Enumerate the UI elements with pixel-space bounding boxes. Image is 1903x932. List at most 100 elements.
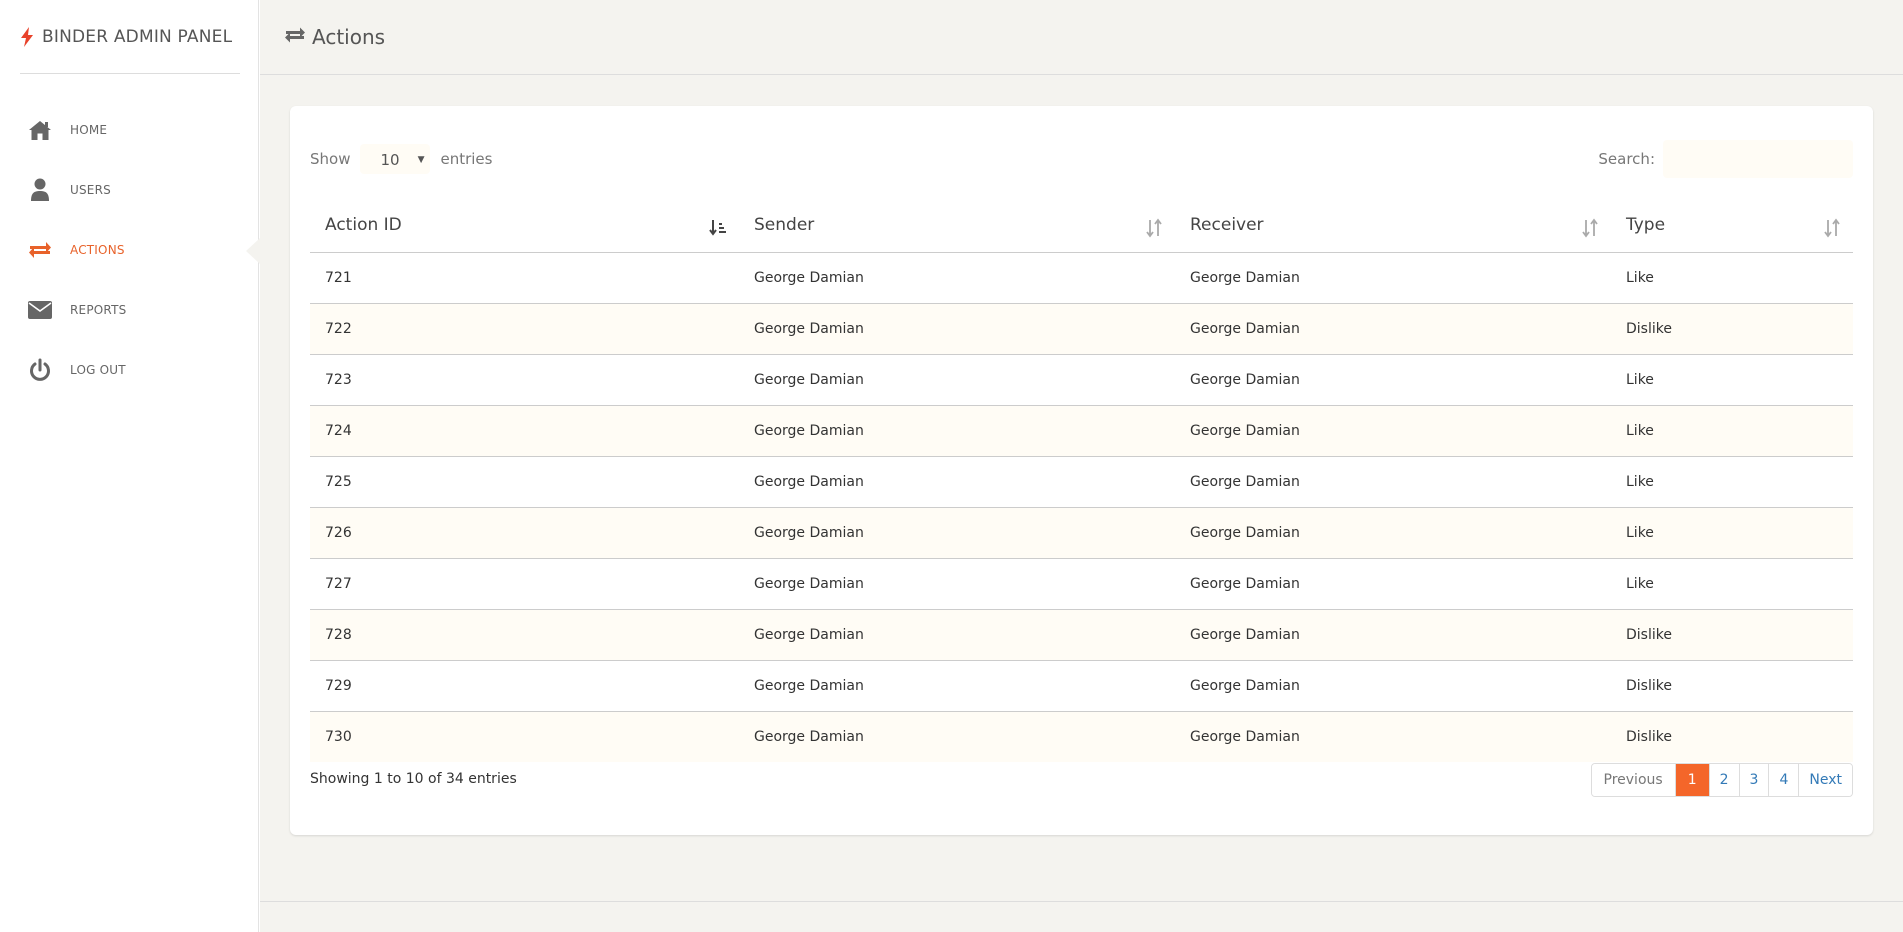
page-button-4[interactable]: 4: [1768, 764, 1799, 796]
column-header-sender[interactable]: Sender: [739, 198, 1175, 253]
cell-sender: George Damian: [739, 609, 1175, 661]
cell-receiver: George Damian: [1175, 405, 1611, 457]
brand[interactable]: BINDER ADMIN PANEL: [20, 24, 240, 74]
cell-action-id: 728: [310, 609, 739, 661]
envelope-icon: [28, 298, 52, 322]
brand-title: BINDER ADMIN PANEL: [42, 27, 233, 47]
sort-icon: [1823, 218, 1841, 238]
cell-receiver: George Damian: [1175, 456, 1611, 508]
table-row: 725 George Damian George Damian Like: [310, 456, 1853, 508]
footer-divider: [260, 901, 1903, 902]
cell-sender: George Damian: [739, 405, 1175, 457]
cell-type: Like: [1611, 405, 1853, 457]
table-row: 727 George Damian George Damian Like: [310, 558, 1853, 610]
cell-type: Like: [1611, 252, 1853, 304]
cell-type: Like: [1611, 558, 1853, 610]
actions-table: Action ID Sender Receiver Type 721 Georg…: [310, 198, 1853, 762]
table-row: 722 George Damian George Damian Dislike: [310, 303, 1853, 355]
main-content: Actions Show 10 ▼ entries Search: Action…: [260, 0, 1903, 932]
caret-down-icon: ▼: [417, 155, 425, 165]
cell-sender: George Damian: [739, 660, 1175, 712]
table-info: Showing 1 to 10 of 34 entries: [310, 771, 517, 787]
cell-sender: George Damian: [739, 558, 1175, 610]
cell-action-id: 721: [310, 252, 739, 304]
entries-length-control: Show 10 ▼ entries: [310, 144, 492, 174]
cell-receiver: George Damian: [1175, 558, 1611, 610]
top-bar: Actions: [260, 0, 1903, 75]
cell-type: Dislike: [1611, 609, 1853, 661]
sidebar-nav: HOME USERS ACTIONS REPORTS LOG OUT: [0, 100, 260, 400]
cell-action-id: 725: [310, 456, 739, 508]
sort-ascending-icon: [709, 218, 727, 238]
previous-button[interactable]: Previous: [1591, 764, 1675, 796]
search-label: Search:: [1598, 150, 1655, 168]
table-row: 726 George Damian George Damian Like: [310, 507, 1853, 559]
cell-sender: George Damian: [739, 303, 1175, 355]
cell-receiver: George Damian: [1175, 252, 1611, 304]
cell-action-id: 729: [310, 660, 739, 712]
pagination: Previous 1 2 3 4 Next: [1590, 763, 1853, 797]
cell-sender: George Damian: [739, 354, 1175, 406]
sidebar-item-actions[interactable]: ACTIONS: [0, 220, 260, 280]
cell-receiver: George Damian: [1175, 609, 1611, 661]
sidebar: BINDER ADMIN PANEL HOME USERS ACTIONS RE…: [0, 0, 260, 932]
power-icon: [28, 358, 52, 382]
column-header-label: Receiver: [1190, 214, 1264, 235]
cell-action-id: 730: [310, 711, 739, 762]
sort-icon: [1145, 218, 1163, 238]
search-input[interactable]: [1663, 140, 1853, 178]
column-header-action-id[interactable]: Action ID: [310, 198, 739, 253]
sidebar-item-logout[interactable]: LOG OUT: [0, 340, 259, 400]
next-button[interactable]: Next: [1798, 764, 1852, 796]
cell-action-id: 726: [310, 507, 739, 559]
cell-receiver: George Damian: [1175, 711, 1611, 762]
user-icon: [28, 178, 52, 202]
actions-card: Show 10 ▼ entries Search: Action ID Send…: [290, 106, 1873, 835]
cell-type: Dislike: [1611, 303, 1853, 355]
entries-label: entries: [440, 150, 493, 168]
search-control: Search:: [1598, 140, 1853, 178]
column-header-label: Type: [1626, 214, 1666, 235]
sidebar-item-label: USERS: [70, 183, 111, 197]
cell-receiver: George Damian: [1175, 303, 1611, 355]
sidebar-item-users[interactable]: USERS: [0, 160, 259, 220]
sidebar-item-label: LOG OUT: [70, 363, 126, 377]
cell-sender: George Damian: [739, 711, 1175, 762]
column-header-type[interactable]: Type: [1611, 198, 1853, 253]
cell-receiver: George Damian: [1175, 660, 1611, 712]
page-title: Actions: [312, 25, 386, 49]
sidebar-item-label: REPORTS: [70, 303, 127, 317]
cell-sender: George Damian: [739, 456, 1175, 508]
cell-sender: George Damian: [739, 507, 1175, 559]
entries-select[interactable]: 10 ▼: [360, 144, 431, 174]
page-button-1[interactable]: 1: [1674, 764, 1709, 796]
cell-action-id: 724: [310, 405, 739, 457]
cell-receiver: George Damian: [1175, 507, 1611, 559]
table-row: 728 George Damian George Damian Dislike: [310, 609, 1853, 661]
column-header-label: Sender: [754, 214, 815, 235]
table-row: 723 George Damian George Damian Like: [310, 354, 1853, 406]
page-button-3[interactable]: 3: [1738, 764, 1769, 796]
table-row: 729 George Damian George Damian Dislike: [310, 660, 1853, 712]
table-row: 724 George Damian George Damian Like: [310, 405, 1853, 457]
sidebar-item-home[interactable]: HOME: [0, 100, 259, 160]
column-header-label: Action ID: [325, 214, 402, 235]
arrows-exchange-icon: [28, 238, 52, 262]
cell-type: Dislike: [1611, 711, 1853, 762]
cell-type: Like: [1611, 507, 1853, 559]
sidebar-item-label: HOME: [70, 123, 108, 137]
cell-action-id: 727: [310, 558, 739, 610]
cell-receiver: George Damian: [1175, 354, 1611, 406]
page-button-2[interactable]: 2: [1708, 764, 1739, 796]
cell-type: Like: [1611, 354, 1853, 406]
cell-type: Like: [1611, 456, 1853, 508]
cell-action-id: 723: [310, 354, 739, 406]
bolt-icon: [20, 24, 34, 51]
arrows-exchange-icon: [284, 26, 312, 48]
column-header-receiver[interactable]: Receiver: [1175, 198, 1611, 253]
cell-action-id: 722: [310, 303, 739, 355]
sidebar-item-reports[interactable]: REPORTS: [0, 280, 259, 340]
home-icon: [28, 118, 52, 142]
table-row: 730 George Damian George Damian Dislike: [310, 711, 1853, 762]
sort-icon: [1581, 218, 1599, 238]
